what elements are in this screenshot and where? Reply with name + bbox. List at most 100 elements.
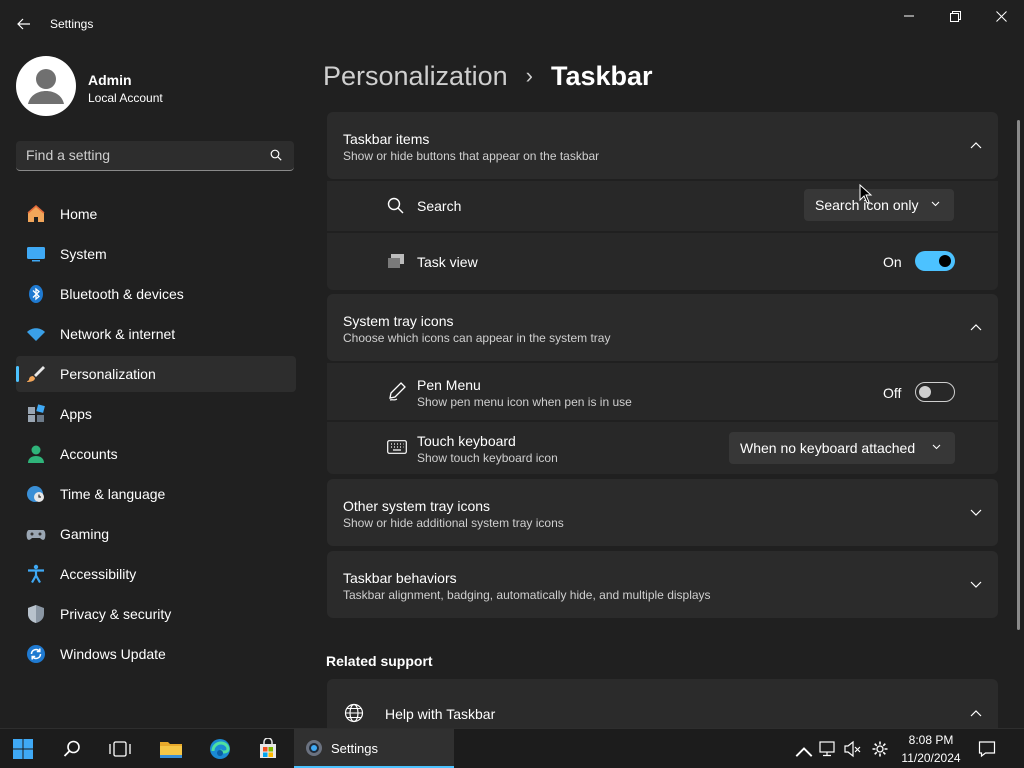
related-support-heading: Related support bbox=[326, 653, 433, 669]
breadcrumb-separator: › bbox=[525, 63, 533, 88]
touch-keyboard-dropdown[interactable]: When no keyboard attached bbox=[729, 432, 955, 464]
minimize-button[interactable] bbox=[886, 0, 932, 32]
search-icon bbox=[387, 197, 404, 214]
nav-item-time-language[interactable]: Time & language bbox=[16, 476, 296, 512]
taskbar-behaviors-header[interactable]: Taskbar behaviors Taskbar alignment, bad… bbox=[327, 551, 998, 618]
pen-menu-setting-row: Pen Menu Show pen menu icon when pen is … bbox=[327, 363, 998, 420]
chevron-up-icon[interactable] bbox=[970, 141, 982, 149]
person-icon bbox=[28, 69, 64, 104]
apps-icon bbox=[28, 404, 45, 422]
search-mode-dropdown[interactable]: Search icon only bbox=[804, 189, 954, 221]
shield-icon bbox=[28, 605, 44, 623]
task-view-button[interactable] bbox=[105, 734, 135, 764]
toggle-state-text: On bbox=[883, 254, 902, 270]
nav-label: Home bbox=[60, 206, 98, 222]
title-bar: Settings bbox=[0, 0, 1024, 48]
home-icon bbox=[27, 205, 45, 222]
minimize-icon bbox=[904, 15, 914, 17]
store-button[interactable] bbox=[253, 734, 283, 764]
close-button[interactable] bbox=[978, 0, 1024, 32]
search-icon[interactable] bbox=[270, 149, 282, 161]
settings-gear-icon bbox=[306, 740, 322, 756]
nav-item-accounts[interactable]: Accounts bbox=[16, 436, 296, 472]
nav-label: Privacy & security bbox=[60, 606, 172, 622]
other-tray-icons-header[interactable]: Other system tray icons Show or hide add… bbox=[327, 479, 998, 546]
nav-item-accessibility[interactable]: Accessibility bbox=[16, 556, 296, 592]
store-icon bbox=[260, 738, 276, 758]
user-name: Admin bbox=[88, 72, 132, 88]
help-with-taskbar-header[interactable]: Help with Taskbar bbox=[327, 679, 998, 728]
clock-date[interactable]: 11/20/2024 bbox=[896, 751, 966, 765]
file-explorer-button[interactable] bbox=[156, 734, 186, 764]
taskbar-app-label: Settings bbox=[331, 741, 378, 756]
section-description: Show or hide additional system tray icon… bbox=[343, 516, 564, 530]
wifi-icon bbox=[27, 328, 45, 341]
page-title: Taskbar bbox=[550, 60, 653, 91]
globe-clock-icon bbox=[27, 486, 44, 502]
pen-menu-description: Show pen menu icon when pen is in use bbox=[417, 395, 632, 409]
taskbar-search-button[interactable] bbox=[57, 734, 87, 764]
folder-icon bbox=[160, 742, 182, 758]
accounts-icon bbox=[28, 445, 44, 463]
chevron-up-icon[interactable] bbox=[970, 323, 982, 331]
nav-item-privacy-security[interactable]: Privacy & security bbox=[16, 596, 296, 632]
notification-icon[interactable] bbox=[978, 740, 996, 758]
nav-item-network[interactable]: Network & internet bbox=[16, 316, 296, 352]
restore-icon bbox=[949, 10, 961, 22]
nav-label: Accounts bbox=[60, 446, 118, 462]
start-button[interactable] bbox=[8, 734, 38, 764]
section-title: Taskbar items bbox=[343, 131, 430, 147]
pen-menu-toggle[interactable] bbox=[915, 382, 955, 402]
restore-button[interactable] bbox=[932, 0, 978, 32]
pen-icon bbox=[389, 382, 406, 401]
gear-icon[interactable] bbox=[871, 740, 889, 758]
back-button[interactable] bbox=[8, 8, 40, 40]
update-icon bbox=[27, 645, 45, 663]
chevron-down-icon[interactable] bbox=[970, 509, 982, 517]
nav-item-gaming[interactable]: Gaming bbox=[16, 516, 296, 552]
nav-item-home[interactable]: Home bbox=[16, 196, 296, 232]
breadcrumb-parent[interactable]: Personalization bbox=[323, 61, 508, 92]
chevron-up-icon[interactable] bbox=[795, 742, 813, 760]
toggle-state-text: Off bbox=[883, 385, 902, 401]
speaker-muted-icon[interactable] bbox=[843, 740, 861, 758]
network-icon[interactable] bbox=[819, 740, 837, 758]
globe-icon bbox=[344, 703, 364, 723]
search-box[interactable] bbox=[16, 141, 294, 171]
task-view-toggle[interactable] bbox=[915, 251, 955, 271]
nav-label: Windows Update bbox=[60, 646, 166, 662]
nav-item-personalization[interactable]: Personalization bbox=[16, 356, 296, 392]
windows-logo-icon bbox=[13, 739, 33, 759]
nav-item-system[interactable]: System bbox=[16, 236, 296, 272]
search-input[interactable] bbox=[16, 141, 276, 169]
touch-keyboard-label: Touch keyboard bbox=[417, 433, 516, 449]
nav-label: Time & language bbox=[60, 486, 166, 502]
nav-label: Accessibility bbox=[60, 566, 137, 582]
chevron-up-icon[interactable] bbox=[970, 709, 982, 717]
section-title: Other system tray icons bbox=[343, 498, 491, 514]
system-tray-header[interactable]: System tray icons Choose which icons can… bbox=[327, 294, 998, 361]
task-view-label: Task view bbox=[417, 254, 478, 270]
clock-time[interactable]: 8:08 PM bbox=[900, 733, 962, 747]
taskbar-items-header[interactable]: Taskbar items Show or hide buttons that … bbox=[327, 112, 998, 179]
nav-label: Personalization bbox=[60, 366, 156, 382]
edge-button[interactable] bbox=[205, 734, 235, 764]
nav-item-windows-update[interactable]: Windows Update bbox=[16, 636, 296, 672]
taskbar-settings-app[interactable]: Settings bbox=[294, 729, 454, 768]
toggle-knob bbox=[919, 386, 931, 398]
nav-item-bluetooth[interactable]: Bluetooth & devices bbox=[16, 276, 296, 312]
scrollbar[interactable] bbox=[1017, 120, 1020, 630]
bluetooth-icon bbox=[29, 285, 43, 303]
nav-item-apps[interactable]: Apps bbox=[16, 396, 296, 432]
search-setting-row: Search Search icon only bbox=[327, 181, 998, 231]
chevron-down-icon bbox=[932, 444, 941, 450]
nav-label: Network & internet bbox=[60, 326, 176, 342]
brush-icon bbox=[27, 366, 45, 382]
dropdown-value: When no keyboard attached bbox=[740, 440, 916, 456]
chevron-down-icon[interactable] bbox=[970, 581, 982, 589]
help-title: Help with Taskbar bbox=[385, 706, 496, 722]
section-description: Taskbar alignment, badging, automaticall… bbox=[343, 588, 711, 602]
user-profile[interactable]: Admin Local Account bbox=[16, 56, 296, 120]
section-description: Choose which icons can appear in the sys… bbox=[343, 331, 611, 345]
accessibility-icon bbox=[28, 564, 44, 584]
